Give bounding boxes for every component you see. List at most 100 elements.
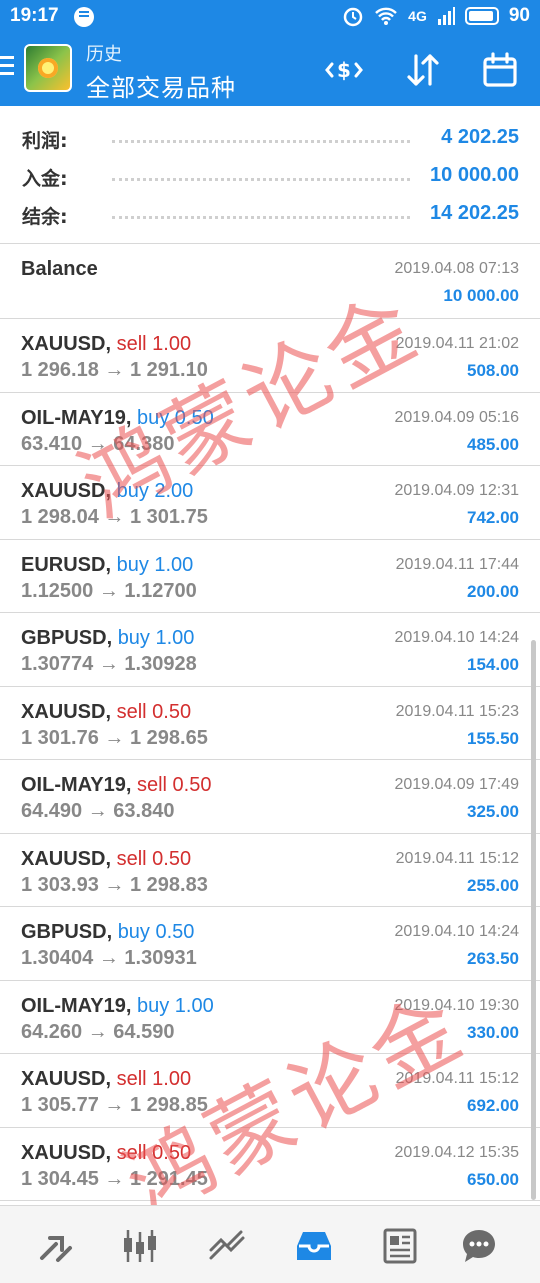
deal-profit: 325.00 xyxy=(467,802,519,821)
signal-icon xyxy=(437,7,455,25)
trade-icon xyxy=(209,1230,245,1260)
balance-amount: 10 000.00 xyxy=(443,286,519,305)
deal-datetime: 2019.04.10 14:24 xyxy=(394,923,519,940)
deal-symbol: OIL-MAY19, xyxy=(21,406,132,429)
deal-row[interactable]: OIL-MAY19, buy 1.00 64.260 → 64.590 2019.0… xyxy=(0,981,540,1054)
deal-title: EURUSD, buy 1.00 xyxy=(21,554,193,577)
balance-entry[interactable]: Balance 2019.04.08 07:13 10 000.00 xyxy=(0,244,540,319)
deal-profit: 485.00 xyxy=(467,434,519,454)
deal-volume: sell 1.00 xyxy=(116,1068,192,1090)
nav-quotes[interactable] xyxy=(34,1224,78,1268)
deal-symbol: XAUUSD, xyxy=(21,1068,112,1090)
deal-symbol: OIL-MAY19, xyxy=(21,774,132,796)
dotted-leader xyxy=(112,178,410,181)
message-notification-icon xyxy=(74,7,94,27)
dotted-leader xyxy=(112,140,410,143)
nav-trade[interactable] xyxy=(205,1224,249,1268)
battery-icon xyxy=(464,7,499,25)
status-bar: 19:17 4G 90 xyxy=(0,0,540,34)
nav-news[interactable] xyxy=(378,1224,422,1268)
scrollbar[interactable] xyxy=(531,640,536,1200)
deal-datetime: 2019.04.11 15:12 xyxy=(395,849,519,867)
svg-text:$: $ xyxy=(337,58,351,82)
app-subtitle: 历史 xyxy=(86,44,122,65)
summary-label: 利润: xyxy=(22,130,68,152)
deal-datetime: 2019.04.11 17:44 xyxy=(395,555,519,573)
deal-symbol: XAUUSD, xyxy=(21,1141,112,1164)
deal-profit: 263.50 xyxy=(467,949,519,968)
deal-prices: 1 304.45 → 1 291.45 xyxy=(21,1167,208,1190)
balance-label: Balance xyxy=(21,258,98,280)
deal-title: XAUUSD, sell 1.00 xyxy=(21,333,191,356)
deal-datetime: 2019.04.09 12:31 xyxy=(394,482,519,499)
deal-prices: 1 305.77 → 1 298.85 xyxy=(21,1094,208,1116)
calendar-icon xyxy=(483,52,517,87)
deal-datetime: 2019.04.11 15:12 xyxy=(395,1070,519,1087)
deal-row[interactable]: OIL-MAY19, buy 0.50 63.410 → 64.380 2019.0… xyxy=(0,393,540,466)
deal-title: XAUUSD, sell 0.50 xyxy=(21,1142,191,1165)
deal-volume: buy 1.00 xyxy=(136,994,214,1017)
nav-chart[interactable] xyxy=(118,1224,162,1268)
deal-datetime: 2019.04.11 15:23 xyxy=(395,702,519,720)
alarm-icon xyxy=(343,7,363,27)
deal-symbol: XAUUSD, xyxy=(21,480,112,502)
deal-symbol: OIL-MAY19, xyxy=(21,994,132,1017)
deal-datetime: 2019.04.12 15:35 xyxy=(394,1143,519,1161)
deal-volume: sell 0.50 xyxy=(116,700,192,723)
currency-exchange-button[interactable]: $ xyxy=(322,48,366,92)
deal-row[interactable]: XAUUSD, sell 0.50 1 304.45 → 1 291.45 2019… xyxy=(0,1128,540,1201)
deal-prices: 1 301.76 → 1 298.65 xyxy=(21,726,208,749)
deal-volume: sell 0.50 xyxy=(116,1141,192,1164)
deal-profit: 255.00 xyxy=(467,875,519,895)
menu-icon[interactable] xyxy=(0,56,14,76)
nav-history[interactable] xyxy=(292,1224,336,1268)
deal-row[interactable]: EURUSD, buy 1.00 1.12500 → 1.12700 2019.04… xyxy=(0,540,540,613)
deal-title: OIL-MAY19, sell 0.50 xyxy=(21,774,211,797)
deal-volume: buy 0.50 xyxy=(117,921,195,943)
status-icons: 4G 90 xyxy=(342,5,530,27)
wifi-icon xyxy=(375,7,398,25)
deal-prices: 1 296.18 → 1 291.10 xyxy=(21,359,208,381)
summary-label: 入金: xyxy=(22,168,68,190)
deal-profit: 692.00 xyxy=(467,1096,519,1115)
bottom-navigation xyxy=(0,1205,540,1283)
deal-volume: sell 0.50 xyxy=(136,774,212,796)
calendar-button[interactable] xyxy=(478,48,522,92)
battery-level: 90 xyxy=(508,5,530,26)
messages-icon xyxy=(463,1230,495,1262)
deal-row[interactable]: XAUUSD, buy 2.00 1 298.04 → 1 301.75 2019.… xyxy=(0,466,540,540)
deal-prices: 1 303.93 → 1 298.83 xyxy=(21,873,208,896)
summary-value: 4 202.25 xyxy=(441,126,519,148)
deal-profit: 742.00 xyxy=(467,508,519,527)
nav-messages[interactable] xyxy=(457,1224,501,1268)
summary-row-deposit: 入金: 10 000.00 xyxy=(0,156,540,194)
summary-value: 10 000.00 xyxy=(430,164,519,186)
deal-row[interactable]: XAUUSD, sell 0.50 1 301.76 → 1 298.65 2019… xyxy=(0,687,540,760)
deal-title: XAUUSD, sell 0.50 xyxy=(21,701,191,724)
deal-row[interactable]: GBPUSD, buy 0.50 1.30404 → 1.30931 2019.04… xyxy=(0,907,540,981)
summary-row-profit: 利润: 4 202.25 xyxy=(0,118,540,156)
chart-icon xyxy=(124,1230,156,1262)
deal-row[interactable]: OIL-MAY19, sell 0.50 64.490 → 63.840 2019.… xyxy=(0,760,540,834)
sort-icon xyxy=(407,54,439,86)
deal-row[interactable]: XAUUSD, sell 1.00 1 305.77 → 1 298.85 2019… xyxy=(0,1054,540,1128)
deal-symbol: EURUSD, xyxy=(21,553,112,576)
deal-prices: 1.12500 → 1.12700 xyxy=(21,579,197,602)
app-bar: 历史 全部交易品种 $ xyxy=(0,34,540,106)
dotted-leader xyxy=(112,216,410,219)
deal-title: GBPUSD, buy 1.00 xyxy=(21,627,194,650)
deal-row[interactable]: XAUUSD, sell 1.00 1 296.18 → 1 291.10 2019… xyxy=(0,319,540,393)
deal-title: XAUUSD, buy 2.00 xyxy=(21,480,193,503)
news-icon xyxy=(383,1228,417,1264)
deal-row[interactable]: GBPUSD, buy 1.00 1.30774 → 1.30928 2019.04… xyxy=(0,613,540,687)
deal-prices: 64.260 → 64.590 xyxy=(21,1020,175,1043)
app-title[interactable]: 全部交易品种 xyxy=(86,68,236,103)
deal-datetime: 2019.04.08 07:13 xyxy=(394,260,519,277)
deal-row[interactable]: XAUUSD, sell 0.50 1 303.93 → 1 298.83 2019… xyxy=(0,834,540,907)
deal-title: XAUUSD, sell 0.50 xyxy=(21,848,191,871)
deal-volume: buy 1.00 xyxy=(116,553,194,576)
deal-symbol: XAUUSD, xyxy=(21,847,112,870)
sort-button[interactable] xyxy=(401,48,445,92)
deal-profit: 508.00 xyxy=(467,361,519,380)
deal-title: XAUUSD, sell 1.00 xyxy=(21,1068,191,1091)
